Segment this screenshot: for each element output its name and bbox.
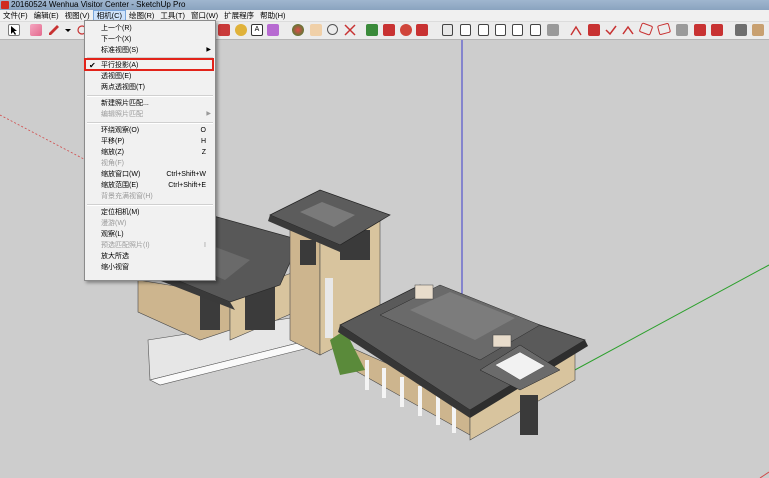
style-icon[interactable] [400, 24, 412, 36]
flip-icon[interactable] [622, 24, 634, 36]
highlight-annotation-box [84, 58, 214, 71]
menu-item-zoom[interactable]: 缩放(Z) Z [85, 147, 215, 158]
menu-item-next[interactable]: 下一个(X) [85, 34, 215, 45]
drape-icon[interactable] [605, 24, 617, 36]
warehouse-icon[interactable] [366, 24, 378, 36]
sandbox-icon[interactable] [570, 24, 582, 36]
model-info-icon[interactable] [694, 24, 706, 36]
menu-file[interactable]: 文件(F) [0, 10, 31, 21]
menu-edit[interactable]: 编辑(E) [31, 10, 62, 21]
menu-extensions[interactable]: 扩展程序 [221, 10, 257, 21]
menu-help[interactable]: 帮助(H) [257, 10, 288, 21]
back-view-icon[interactable] [512, 24, 523, 36]
menu-item-perspective[interactable]: 透视图(E) [85, 71, 215, 82]
title-bar: 20160524 Wenhua Visitor Center - SketchU… [0, 0, 769, 10]
stamp-icon[interactable] [588, 24, 600, 36]
menu-item-walk: 漫游(W) [101, 220, 127, 227]
menu-item-new-match-photo[interactable]: 新建照片匹配... [85, 98, 215, 109]
menu-item-position-camera[interactable]: 定位相机(M) [85, 207, 215, 218]
eraser-icon[interactable] [30, 24, 42, 36]
menu-item-edit-match-photo: 编辑照片匹配 ▶ [101, 111, 211, 118]
select-icon[interactable] [8, 24, 20, 36]
menu-item-two-point-perspective[interactable]: 两点透视图(T) [85, 82, 215, 93]
menu-item-zoom-out-window[interactable]: 缩小视窗 [85, 262, 215, 273]
shadow-icon[interactable] [711, 24, 723, 36]
menu-item-orbit[interactable]: 环绕观察(O) O [85, 125, 215, 136]
menu-item-zoom-in-selection[interactable]: 放大所选 [85, 251, 215, 262]
geolocation-icon[interactable] [676, 24, 688, 36]
zoom-icon[interactable] [327, 24, 338, 35]
text-icon[interactable]: A [251, 24, 263, 36]
window-title: 20160524 Wenhua Visitor Center - SketchU… [11, 0, 186, 9]
right-view-icon[interactable] [495, 24, 506, 36]
pan-icon[interactable] [310, 24, 322, 36]
iso-view-icon[interactable] [442, 24, 453, 36]
sketchup-app-icon [1, 1, 9, 9]
left-view-icon[interactable] [530, 24, 541, 36]
component-icon[interactable] [416, 24, 428, 36]
xray-icon[interactable] [547, 24, 559, 36]
face-icon[interactable] [752, 24, 764, 36]
move-icon[interactable] [218, 24, 230, 36]
add-detail-icon[interactable] [656, 22, 672, 36]
menu-item-zoom-window[interactable]: 缩放窗口(W) Ctrl+Shift+W [85, 169, 215, 180]
menu-item-standard-views[interactable]: 标准视图(S) ▶ [85, 45, 215, 56]
menu-item-field-of-view: 视角(F) [101, 160, 124, 167]
menu-item-look-around[interactable]: 观察(L) [85, 229, 215, 240]
extension-icon[interactable] [383, 24, 395, 36]
green-axis [559, 264, 769, 379]
menu-item-image-igloo: 预选匹配照片(I) I [101, 242, 206, 249]
arc-icon[interactable] [76, 24, 87, 36]
tape-measure-icon[interactable] [235, 24, 247, 36]
paint-bucket-icon[interactable] [267, 24, 279, 36]
section-icon[interactable] [735, 24, 747, 36]
top-view-icon[interactable] [460, 24, 471, 36]
zoom-extents-icon[interactable] [344, 24, 356, 36]
submenu-arrow-icon: ▶ [206, 47, 211, 53]
menu-item-previous[interactable]: 上一个(R) [85, 23, 215, 34]
dropdown-arrow-icon[interactable] [64, 24, 72, 36]
smoove-icon[interactable] [638, 22, 654, 36]
front-view-icon[interactable] [478, 24, 489, 36]
orbit-icon[interactable] [292, 24, 304, 36]
submenu-arrow-icon: ▶ [206, 111, 211, 117]
pencil-icon[interactable] [48, 24, 60, 36]
menu-item-pan[interactable]: 平移(P) H [85, 136, 215, 147]
menu-item-zoom-extents[interactable]: 缩放范围(E) Ctrl+Shift+E [85, 180, 215, 191]
menu-item-zoom-to-photo: 背景充满视窗(H) [101, 193, 153, 200]
